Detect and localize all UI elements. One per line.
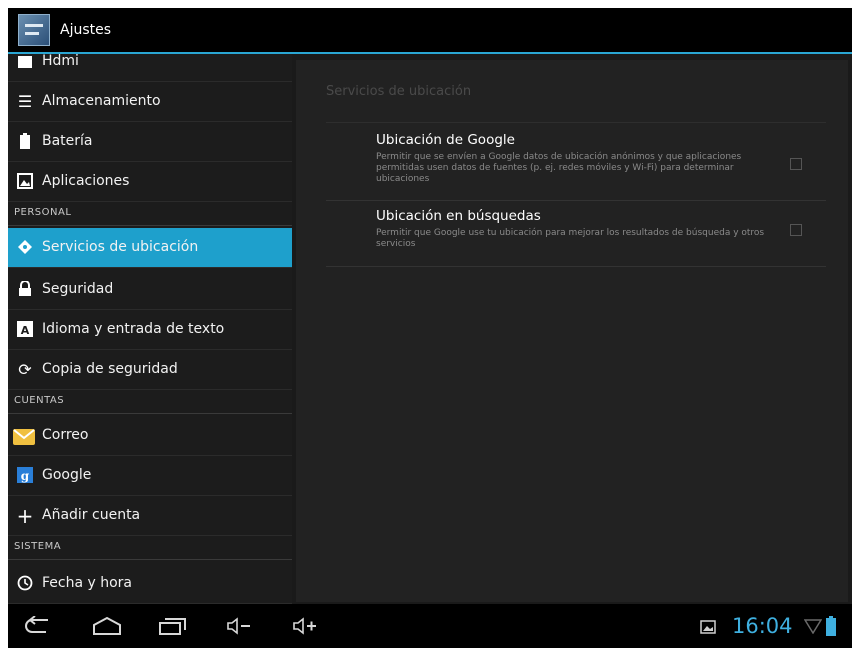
recent-apps-icon[interactable]	[158, 616, 188, 640]
sidebar-item-label: Idioma y entrada de texto	[42, 321, 225, 337]
setting-title: Ubicación de Google	[376, 132, 515, 148]
app-title: Ajustes	[60, 22, 112, 38]
svg-text:A: A	[21, 324, 30, 337]
settings-sidebar: Hdmi ☰ Almacenamiento Batería Aplicacion…	[8, 54, 292, 604]
sidebar-item-label: Servicios de ubicación	[42, 239, 199, 255]
battery-icon	[16, 133, 34, 151]
setting-ubicacion-busquedas[interactable]: Ubicación en búsquedas Permitir que Goog…	[326, 208, 826, 262]
volume-up-icon[interactable]	[292, 616, 318, 640]
language-icon: A	[16, 321, 34, 339]
section-title: Servicios de ubicación	[326, 84, 472, 99]
battery-status-icon	[826, 616, 836, 640]
sidebar-item-label: Almacenamiento	[42, 93, 161, 109]
sidebar-item-idioma[interactable]: A Idioma y entrada de texto	[8, 310, 292, 350]
divider	[326, 200, 826, 201]
mail-icon	[13, 427, 35, 445]
clock-icon	[16, 575, 34, 593]
sidebar-item-label: Google	[42, 467, 92, 483]
sidebar-item-anadir-cuenta[interactable]: + Añadir cuenta	[8, 496, 292, 536]
sidebar-item-label: Aplicaciones	[42, 173, 130, 189]
sidebar-item-seguridad[interactable]: Seguridad	[8, 270, 292, 310]
sidebar-item-servicios-ubicacion[interactable]: Servicios de ubicación	[8, 228, 292, 268]
volume-down-icon[interactable]	[226, 616, 252, 640]
sidebar-item-aplicaciones[interactable]: Aplicaciones	[8, 162, 292, 202]
divider	[326, 266, 826, 267]
lock-icon	[16, 280, 34, 299]
checkbox-ubicacion-google[interactable]	[790, 158, 802, 170]
location-icon	[16, 239, 34, 257]
action-bar: Ajustes	[8, 8, 852, 54]
sidebar-item-almacenamiento[interactable]: ☰ Almacenamiento	[8, 82, 292, 122]
sidebar-item-label: Seguridad	[42, 281, 114, 297]
sidebar-item-label: Batería	[42, 133, 93, 149]
detail-panel: Servicios de ubicación Ubicación de Goog…	[296, 60, 848, 602]
setting-ubicacion-google[interactable]: Ubicación de Google Permitir que se enví…	[326, 132, 826, 194]
sidebar-item-google[interactable]: g Google	[8, 456, 292, 496]
status-clock: 16:04	[732, 614, 793, 638]
sidebar-item-bateria[interactable]: Batería	[8, 122, 292, 162]
setting-summary: Permitir que se envíen a Google datos de…	[376, 152, 742, 184]
tablet-screen: Ajustes Hdmi ☰ Almacenamiento Batería Ap…	[8, 8, 852, 648]
back-icon[interactable]	[24, 615, 52, 640]
setting-title: Ubicación en búsquedas	[376, 208, 541, 224]
section-header-personal: PERSONAL	[8, 202, 292, 226]
divider	[326, 122, 826, 123]
wifi-icon	[803, 618, 823, 638]
screenshot-icon	[700, 619, 716, 638]
sidebar-item-label: Fecha y hora	[42, 575, 133, 591]
backup-icon: ⟳	[18, 360, 32, 379]
sidebar-item-correo[interactable]: Correo	[8, 416, 292, 456]
section-header-sistema: SISTEMA	[8, 536, 292, 560]
apps-icon	[16, 173, 34, 191]
setting-summary: Permitir que Google use tu ubicación par…	[376, 228, 765, 249]
settings-detail-pane: Servicios de ubicación Ubicación de Goog…	[292, 54, 852, 604]
sidebar-item-fecha-hora[interactable]: Fecha y hora	[8, 564, 292, 604]
settings-app-icon[interactable]	[18, 14, 50, 46]
checkbox-ubicacion-busquedas[interactable]	[790, 224, 802, 236]
system-nav-bar: 16:04	[8, 604, 852, 648]
sidebar-item-label: Hdmi	[42, 54, 79, 69]
google-icon: g	[16, 467, 34, 485]
sidebar-item-hdmi[interactable]: Hdmi	[8, 54, 292, 82]
hdmi-icon	[16, 54, 34, 71]
home-icon[interactable]	[90, 616, 124, 640]
svg-text:g: g	[21, 469, 30, 483]
sidebar-item-label: Correo	[42, 427, 89, 443]
storage-icon: ☰	[17, 92, 33, 111]
section-header-cuentas: CUENTAS	[8, 390, 292, 414]
add-icon: +	[16, 504, 34, 528]
sidebar-item-label: Copia de seguridad	[42, 361, 178, 377]
sidebar-item-copia-seguridad[interactable]: ⟳ Copia de seguridad	[8, 350, 292, 390]
sidebar-item-label: Añadir cuenta	[42, 507, 141, 523]
